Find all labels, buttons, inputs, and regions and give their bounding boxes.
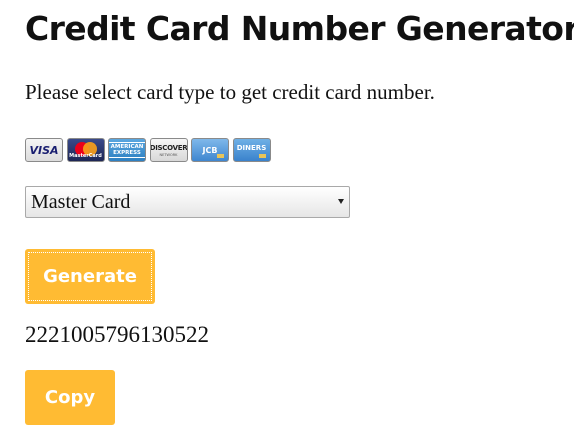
instruction-text: Please select card type to get credit ca…: [25, 80, 435, 104]
mastercard-logo-text: MasterCard: [69, 153, 102, 159]
mastercard-logo-icon[interactable]: MasterCard: [66, 138, 105, 162]
jcb-logo-text: JCB: [202, 145, 218, 155]
amex-logo-icon[interactable]: AMERICAN EXPRESS: [108, 138, 146, 162]
visa-logo-icon[interactable]: VISA: [25, 138, 63, 162]
discover-logo-text: DISCOVER: [149, 143, 188, 152]
diners-logo-icon[interactable]: DINERS: [232, 138, 271, 162]
discover-logo-subtext: NETWORK: [159, 152, 178, 157]
card-type-selected-value: Master Card: [31, 190, 131, 213]
amex-logo-text: AMERICAN EXPRESS: [109, 142, 145, 158]
visa-logo-text: VISA: [29, 143, 59, 157]
generate-button[interactable]: Generate: [25, 249, 155, 304]
card-logos: VISA MasterCard AMERICAN EXPRESS DISCOVE…: [25, 138, 271, 162]
generated-card-number: 2221005796130522: [25, 322, 209, 347]
card-chip-icon: [258, 154, 266, 158]
card-type-select[interactable]: Master Card: [25, 186, 350, 218]
copy-button[interactable]: Copy: [25, 370, 115, 425]
discover-logo-icon[interactable]: DISCOVER NETWORK: [149, 138, 188, 162]
card-chip-icon: [217, 154, 224, 158]
jcb-logo-icon[interactable]: JCB: [191, 138, 229, 162]
dropdown-arrow-icon: [338, 199, 344, 204]
page-title: Credit Card Number Generator: [25, 9, 574, 48]
diners-logo-text: DINERS: [236, 143, 267, 152]
